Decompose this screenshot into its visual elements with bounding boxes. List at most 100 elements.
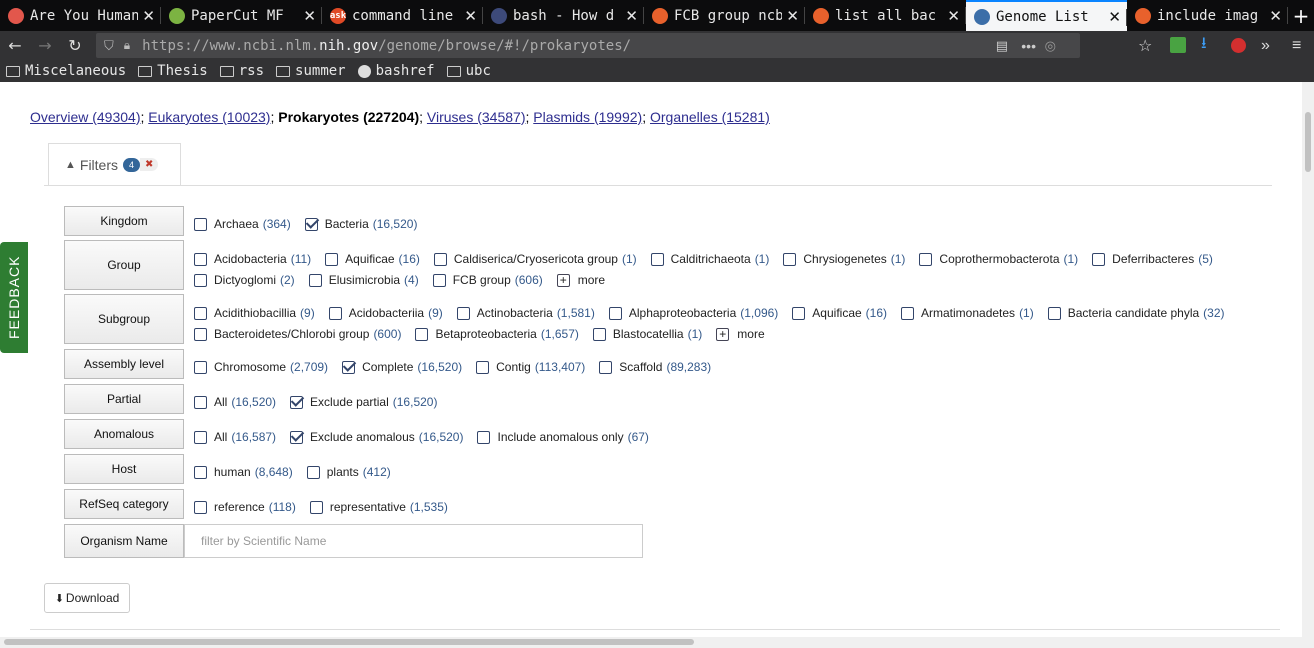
checkbox-all[interactable]: All (16,587) — [194, 430, 276, 444]
checkbox-bacteroidetes-chlorobi-group[interactable]: Bacteroidetes/Chlorobi group (600) — [194, 327, 401, 341]
organism-name-input[interactable] — [184, 524, 643, 558]
checkbox-calditrichaeota[interactable]: Calditrichaeota (1) — [650, 252, 769, 266]
checkbox-human[interactable]: human (8,648) — [194, 465, 293, 479]
checkbox-bacteria-candidate-phyla[interactable]: Bacteria candidate phyla (32) — [1047, 306, 1225, 320]
close-tab-icon[interactable]: ✕ — [142, 7, 155, 25]
lock-icon[interactable]: 🔒︎ — [124, 38, 130, 53]
close-tab-icon[interactable]: ✕ — [464, 7, 477, 25]
tab-3[interactable]: bash - How d ✕ — [483, 0, 644, 31]
checkbox-box[interactable] — [194, 273, 207, 287]
close-tab-icon[interactable]: ✕ — [303, 7, 316, 25]
checkbox-chromosome[interactable]: Chromosome (2,709) — [194, 360, 328, 374]
checkbox-representative[interactable]: representative (1,535) — [309, 500, 448, 514]
checkbox-box[interactable] — [592, 327, 606, 341]
checkbox-dictyoglomi[interactable]: Dictyoglomi (2) — [194, 273, 295, 287]
checkbox-box[interactable] — [342, 360, 356, 374]
checkbox-elusimicrobia[interactable]: Elusimicrobia (4) — [308, 273, 419, 287]
checkbox-armatimonadetes[interactable]: Armatimonadetes (1) — [901, 306, 1034, 320]
checkbox-box[interactable] — [308, 273, 322, 287]
checkbox-box[interactable] — [328, 306, 342, 320]
checkbox-box[interactable] — [325, 252, 339, 266]
checkbox-blastocatellia[interactable]: Blastocatellia (1) — [592, 327, 702, 341]
bookmark-0[interactable]: Miscelaneous — [6, 63, 126, 79]
checkbox-actinobacteria[interactable]: Actinobacteria (1,581) — [456, 306, 595, 320]
close-tab-icon[interactable]: ✕ — [947, 7, 960, 25]
checkbox-aquificae[interactable]: Aquificae (16) — [792, 306, 887, 320]
url-text[interactable]: https://www.ncbi.nlm.nih.gov/genome/brow… — [142, 38, 631, 54]
bookmark-star-icon[interactable]: ☆ — [1138, 36, 1152, 56]
extension-icon[interactable] — [1170, 37, 1186, 53]
vertical-scroll-thumb[interactable] — [1305, 112, 1311, 172]
bookmark-5[interactable]: ubc — [446, 63, 491, 79]
checkbox-all[interactable]: All (16,520) — [194, 395, 276, 409]
checkbox-box[interactable] — [304, 217, 318, 231]
overflow-chevron-icon[interactable]: » — [1261, 37, 1270, 55]
bookmark-3[interactable]: summer — [276, 63, 346, 79]
addon-icon[interactable] — [1231, 38, 1246, 53]
tab-6[interactable]: Genome List ✕ — [966, 0, 1127, 31]
tab-2[interactable]: ask command line ✕ — [322, 0, 483, 31]
checkbox-box[interactable] — [432, 273, 446, 287]
checkbox-exclude-partial[interactable]: Exclude partial (16,520) — [290, 395, 437, 409]
link-overview[interactable]: Overview (49304) — [30, 109, 141, 125]
checkbox-box[interactable] — [194, 395, 207, 409]
bookmark-4[interactable]: bashref — [357, 63, 435, 79]
download-button[interactable]: ⬇ Download — [44, 583, 130, 613]
checkbox-box[interactable] — [919, 252, 933, 266]
download-arrow-icon[interactable]: ⭳ — [1201, 32, 1207, 59]
checkbox-box[interactable] — [415, 327, 429, 341]
checkbox-box[interactable] — [456, 306, 470, 320]
link-plasmids[interactable]: Plasmids (19992) — [533, 109, 642, 125]
horizontal-scroll-thumb[interactable] — [4, 639, 694, 645]
checkbox-aquificae[interactable]: Aquificae (16) — [325, 252, 420, 266]
reader-view-icon[interactable]: ▤ — [996, 38, 1008, 54]
checkbox-alphaproteobacteria[interactable]: Alphaproteobacteria (1,096) — [608, 306, 778, 320]
checkbox-box[interactable] — [290, 395, 304, 409]
fingerprint-icon[interactable]: ◎ — [1045, 38, 1056, 54]
checkbox-box[interactable] — [476, 360, 490, 374]
checkbox-caldiserica-cryosericota-group[interactable]: Caldiserica/Cryosericota group (1) — [433, 252, 637, 266]
checkbox-box[interactable] — [290, 430, 304, 444]
page-actions-icon[interactable]: ••• — [1021, 38, 1036, 54]
url-bar[interactable]: ⛉ 🔒︎ https://www.ncbi.nlm.nih.gov/genome… — [96, 33, 1080, 58]
checkbox-box[interactable] — [194, 465, 207, 479]
checkbox-box[interactable] — [194, 500, 207, 514]
feedback-tab[interactable]: FEEDBACK — [0, 242, 28, 353]
bookmark-2[interactable]: rss — [219, 63, 264, 79]
tab-0[interactable]: Are You Human ✕ — [0, 0, 161, 31]
checkbox-box[interactable] — [783, 252, 797, 266]
checkbox-box[interactable] — [194, 217, 207, 231]
more-button[interactable]: + more — [716, 327, 765, 341]
link-organelles[interactable]: Organelles (15281) — [650, 109, 770, 125]
checkbox-chrysiogenetes[interactable]: Chrysiogenetes (1) — [783, 252, 905, 266]
tab-4[interactable]: FCB group ncb ✕ — [644, 0, 805, 31]
checkbox-archaea[interactable]: Archaea (364) — [194, 217, 291, 231]
more-button[interactable]: + more — [556, 273, 605, 287]
link-viruses[interactable]: Viruses (34587) — [427, 109, 526, 125]
checkbox-box[interactable] — [1047, 306, 1061, 320]
checkbox-box[interactable] — [194, 327, 207, 341]
checkbox-exclude-anomalous[interactable]: Exclude anomalous (16,520) — [290, 430, 463, 444]
back-icon[interactable]: ← — [0, 36, 30, 55]
checkbox-box[interactable] — [477, 430, 491, 444]
checkbox-box[interactable] — [650, 252, 664, 266]
shield-icon[interactable]: ⛉ — [104, 38, 114, 54]
checkbox-plants[interactable]: plants (412) — [306, 465, 391, 479]
tab-7[interactable]: include imag ✕ — [1127, 0, 1288, 31]
forward-icon[interactable]: → — [30, 36, 60, 55]
checkbox-fcb-group[interactable]: FCB group (606) — [432, 273, 543, 287]
new-tab-button[interactable]: + — [1288, 0, 1314, 31]
checkbox-box[interactable] — [1092, 252, 1106, 266]
checkbox-deferribacteres[interactable]: Deferribacteres (5) — [1092, 252, 1213, 266]
checkbox-betaproteobacteria[interactable]: Betaproteobacteria (1,657) — [415, 327, 579, 341]
checkbox-complete[interactable]: Complete (16,520) — [342, 360, 462, 374]
checkbox-box[interactable] — [901, 306, 915, 320]
link-eukaryotes[interactable]: Eukaryotes (10023) — [148, 109, 270, 125]
filters-tab[interactable]: ▲ Filters 4 ✖ — [48, 143, 181, 185]
checkbox-box[interactable] — [194, 306, 207, 320]
checkbox-acidobacteriia[interactable]: Acidobacteriia (9) — [328, 306, 443, 320]
checkbox-box[interactable] — [792, 306, 806, 320]
reload-icon[interactable]: ↻ — [60, 36, 90, 55]
vertical-scrollbar[interactable] — [1302, 82, 1314, 648]
checkbox-acidobacteria[interactable]: Acidobacteria (11) — [194, 252, 311, 266]
